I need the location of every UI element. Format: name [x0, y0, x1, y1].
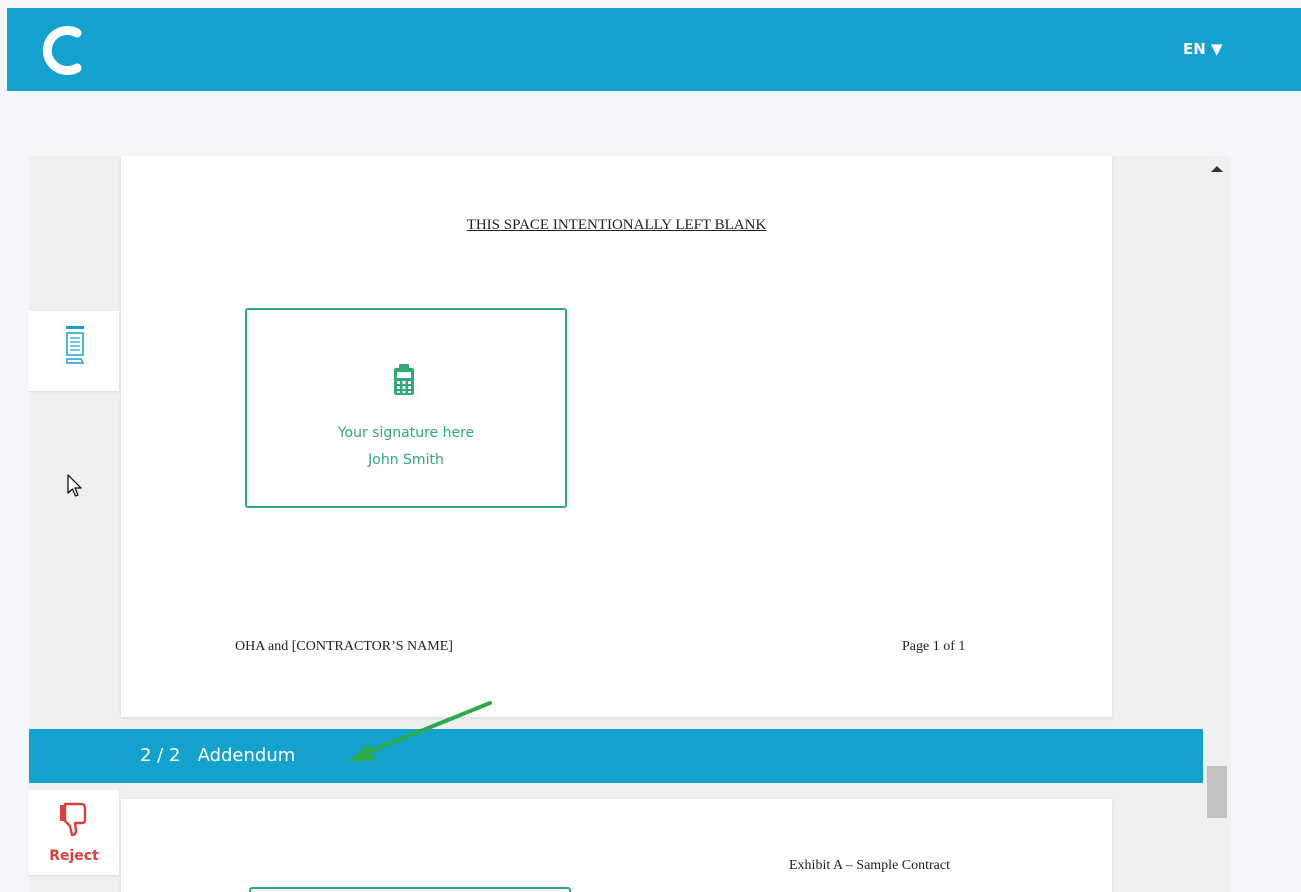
- reject-button[interactable]: Reject: [29, 790, 119, 875]
- blank-space-notice: THIS SPACE INTENTIONALLY LEFT BLANK: [466, 217, 767, 233]
- signer-name: John Smith: [368, 452, 444, 468]
- exhibit-heading: Exhibit A – Sample Contract: [789, 858, 950, 873]
- section-label: 2 / 2 Addendum: [140, 745, 296, 766]
- signature-field-2[interactable]: [249, 887, 571, 892]
- signature-tablet-icon: [394, 364, 414, 395]
- document-viewer: THIS SPACE INTENTIONALLY LEFT BLANK Your…: [29, 156, 1231, 892]
- scroll-up-icon[interactable]: [1211, 166, 1223, 172]
- language-selector[interactable]: EN ▼: [1183, 40, 1223, 58]
- page-number: Page 1 of 1: [902, 639, 966, 654]
- top-bar: EN ▼: [7, 8, 1301, 91]
- pages-tool-button[interactable]: [29, 311, 119, 391]
- page-footer-left: OHA and [CONTRACTOR’S NAME]: [235, 639, 453, 654]
- signature-field[interactable]: Your signature here John Smith: [245, 308, 567, 508]
- document-page-1: THIS SPACE INTENTIONALLY LEFT BLANK Your…: [121, 156, 1112, 717]
- c-logo-icon[interactable]: [37, 23, 87, 78]
- signature-prompt: Your signature here: [337, 425, 475, 441]
- mouse-cursor-icon: [67, 474, 82, 497]
- thumbs-down-icon: [60, 802, 87, 837]
- vertical-scrollbar[interactable]: [1203, 156, 1231, 892]
- document-page-2: Exhibit A – Sample Contract: [121, 799, 1112, 892]
- document-pages-icon: [66, 326, 85, 364]
- reject-label: Reject: [49, 848, 99, 864]
- scrollbar-thumb[interactable]: [1207, 766, 1227, 818]
- section-header-addendum: 2 / 2 Addendum: [29, 729, 1203, 783]
